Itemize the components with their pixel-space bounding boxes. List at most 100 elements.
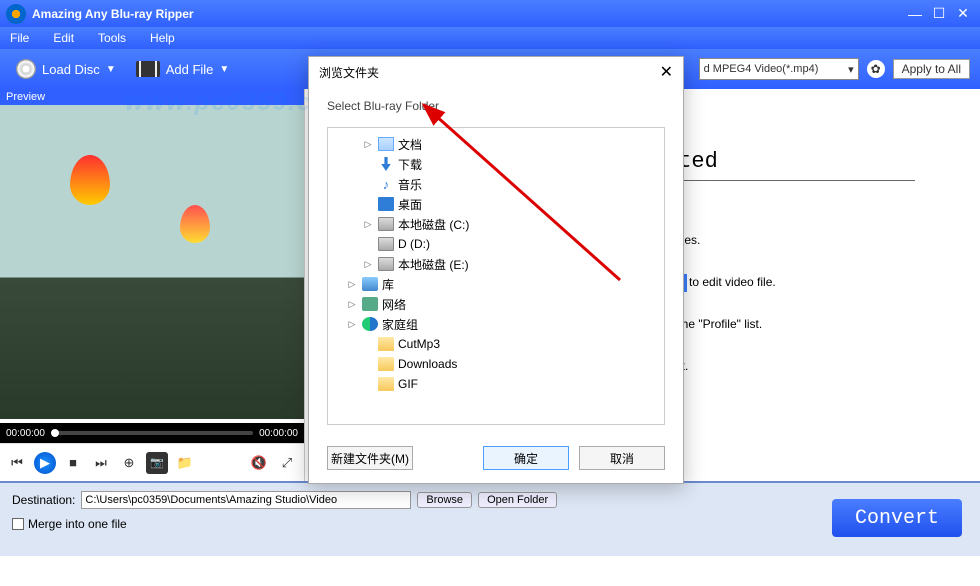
folder-icon xyxy=(378,377,394,391)
tree-item-label: 库 xyxy=(382,276,394,293)
load-disc-button[interactable]: Load Disc ▼ xyxy=(10,57,122,81)
dialog-title: 浏览文件夹 xyxy=(319,64,379,81)
tree-item-label: 本地磁盘 (E:) xyxy=(398,256,469,273)
merge-label: Merge into one file xyxy=(28,517,127,531)
drive-icon xyxy=(378,217,394,231)
tree-item[interactable]: CutMp3 xyxy=(332,334,660,354)
film-icon xyxy=(136,61,160,77)
player-controls: ⏮ ▶ ■ ⏭ ⊕ 📷 📁 🔇 ⤢ xyxy=(0,443,304,481)
tree-item-label: 网络 xyxy=(382,296,406,313)
minimize-button[interactable]: ― xyxy=(904,5,926,23)
tree-item[interactable]: 下载 xyxy=(332,154,660,174)
get-started-heading: rted xyxy=(665,149,915,181)
profile-value: d MPEG4 Video(*.mp4) xyxy=(704,63,819,75)
tree-item-label: 文档 xyxy=(398,136,422,153)
tree-item[interactable]: D (D:) xyxy=(332,234,660,254)
tree-item-label: 家庭组 xyxy=(382,316,418,333)
tree-item[interactable]: ▷ 网络 xyxy=(332,294,660,314)
chevron-down-icon: ▼ xyxy=(106,64,116,75)
tree-item[interactable]: ▷本地磁盘 (C:) xyxy=(332,214,660,234)
tree-item-label: 桌面 xyxy=(398,196,422,213)
gear-icon: ✿ xyxy=(871,62,881,76)
ok-button[interactable]: 确定 xyxy=(483,446,569,470)
music-icon: ♪ xyxy=(378,177,394,191)
open-snapshot-folder-button[interactable]: 📁 xyxy=(174,452,196,474)
dl-icon xyxy=(378,157,394,171)
chevron-down-icon: ▼ xyxy=(219,64,229,75)
tree-item-label: CutMp3 xyxy=(398,337,440,351)
snapshot-button[interactable]: 📷 xyxy=(146,452,168,474)
disc-icon xyxy=(16,59,36,79)
expand-icon[interactable]: ▷ xyxy=(362,259,374,270)
tree-item-label: GIF xyxy=(398,377,418,391)
preview-panel: Preview 00:00:00 00:00:00 ⏮ ▶ ■ ⏭ ⊕ 📷 📁 … xyxy=(0,89,305,481)
desk-icon xyxy=(378,197,394,211)
tree-item-label: D (D:) xyxy=(398,237,430,251)
expand-icon[interactable]: ▷ xyxy=(362,139,374,150)
title-bar: Amazing Any Blu-ray Ripper ― ☐ ✕ xyxy=(0,0,980,27)
menu-tools[interactable]: Tools xyxy=(98,31,126,45)
settings-button[interactable]: ✿ xyxy=(867,60,885,78)
expand-icon[interactable]: ▷ xyxy=(346,299,358,310)
tree-item[interactable]: ▷库 xyxy=(332,274,660,294)
destination-input[interactable] xyxy=(81,491,411,509)
seek-bar[interactable] xyxy=(51,431,253,435)
balloon-graphic xyxy=(180,205,210,243)
preview-image xyxy=(0,105,304,419)
folder-icon xyxy=(378,337,394,351)
tree-item[interactable]: ♪ 音乐 xyxy=(332,174,660,194)
timeline[interactable]: 00:00:00 00:00:00 xyxy=(0,423,304,443)
merge-checkbox[interactable] xyxy=(12,518,24,530)
add-file-button[interactable]: Add File ▼ xyxy=(130,59,236,79)
drive-icon xyxy=(378,237,394,251)
destination-label: Destination: xyxy=(12,493,75,507)
open-folder-button[interactable]: Open Folder xyxy=(478,492,557,508)
expand-icon[interactable]: ▷ xyxy=(362,219,374,230)
time-total: 00:00:00 xyxy=(259,428,298,439)
stop-button[interactable]: ■ xyxy=(62,452,84,474)
tree-item[interactable]: 桌面 xyxy=(332,194,660,214)
tree-item[interactable]: ▷ 家庭组 xyxy=(332,314,660,334)
tree-item-label: Downloads xyxy=(398,357,457,371)
apply-to-all-button[interactable]: Apply to All xyxy=(893,59,970,79)
convert-button[interactable]: Convert xyxy=(832,499,962,537)
folder-tree[interactable]: ▷文档下载♪音乐桌面▷本地磁盘 (C:)D (D:)▷本地磁盘 (E:)▷库▷网… xyxy=(327,127,665,425)
tree-item[interactable]: ▷ 文档 xyxy=(332,134,660,154)
dialog-close-button[interactable]: ✕ xyxy=(660,62,673,82)
profile-select[interactable]: d MPEG4 Video(*.mp4) ▾ xyxy=(699,58,859,80)
play-button[interactable]: ▶ xyxy=(34,452,56,474)
cancel-button[interactable]: 取消 xyxy=(579,446,665,470)
mute-button[interactable]: 🔇 xyxy=(248,452,270,474)
add-file-label: Add File xyxy=(166,62,214,77)
tree-item[interactable]: Downloads xyxy=(332,354,660,374)
step-button[interactable]: ⊕ xyxy=(118,452,140,474)
new-folder-button[interactable]: 新建文件夹(M) xyxy=(327,446,413,470)
dialog-titlebar: 浏览文件夹 ✕ xyxy=(309,57,683,87)
tree-item-label: 音乐 xyxy=(398,176,422,193)
lib-icon xyxy=(362,277,378,291)
menu-help[interactable]: Help xyxy=(150,31,175,45)
drive-icon xyxy=(378,257,394,271)
footer: Destination: Browse Open Folder Merge in… xyxy=(0,481,980,556)
home-icon xyxy=(362,317,378,331)
dialog-buttons: 新建文件夹(M) 确定 取消 xyxy=(309,433,683,483)
net-icon xyxy=(362,297,378,311)
expand-icon[interactable]: ▷ xyxy=(346,319,358,330)
tree-item-label: 下载 xyxy=(398,156,422,173)
dialog-subtitle: Select Blu-ray Folder xyxy=(309,87,683,119)
prev-button[interactable]: ⏮ xyxy=(6,452,28,474)
tree-item[interactable]: GIF xyxy=(332,374,660,394)
menu-edit[interactable]: Edit xyxy=(53,31,74,45)
next-button[interactable]: ⏭ xyxy=(90,452,112,474)
browse-button[interactable]: Browse xyxy=(417,492,472,508)
tree-item[interactable]: ▷ 本地磁盘 (E:) xyxy=(332,254,660,274)
expand-button[interactable]: ⤢ xyxy=(276,452,298,474)
close-button[interactable]: ✕ xyxy=(952,5,974,23)
time-current: 00:00:00 xyxy=(6,428,45,439)
watermark-text: www.pc0359.cn xyxy=(125,89,329,117)
load-disc-label: Load Disc xyxy=(42,62,100,77)
maximize-button[interactable]: ☐ xyxy=(928,5,950,23)
menu-file[interactable]: File xyxy=(10,31,29,45)
balloon-graphic xyxy=(70,155,110,205)
expand-icon[interactable]: ▷ xyxy=(346,279,358,290)
